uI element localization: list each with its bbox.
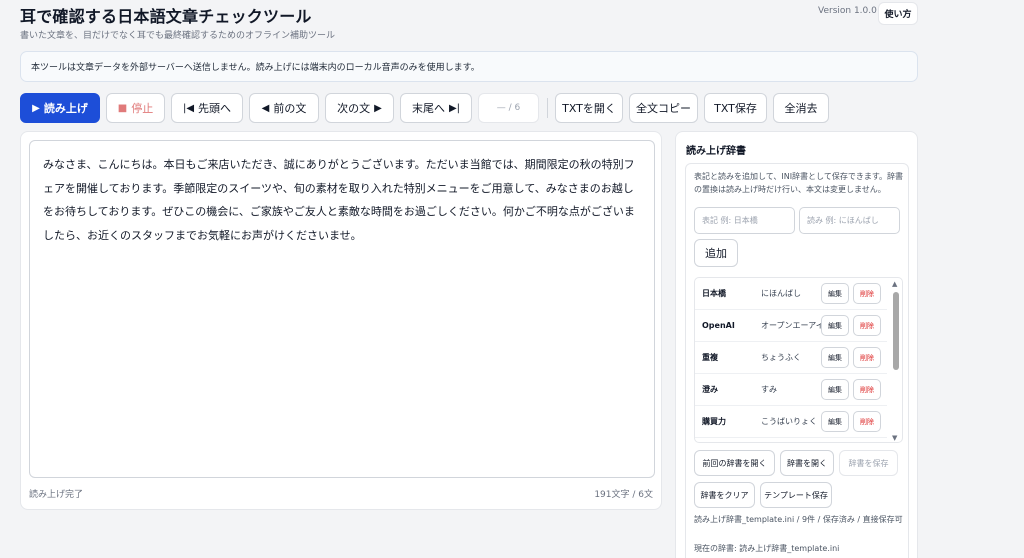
- edit-entry-button[interactable]: 編集: [821, 347, 849, 368]
- skip-to-end-icon: ▶|: [448, 102, 461, 114]
- open-previous-dict-button[interactable]: 前回の辞書を開く: [694, 450, 775, 476]
- app-subtitle: 書いた文章を、目だけでなく耳でも最終確認するためのオフライン補助ツール: [20, 31, 336, 41]
- sentence-counter: — / 6: [478, 93, 539, 123]
- entry-surface: 日本橋: [702, 289, 726, 298]
- dictionary-row: 購買力 こうばいりょく 編集 削除: [695, 406, 887, 438]
- current-dictionary: 現在の辞書: 読み上げ辞書_template.ini: [694, 544, 840, 553]
- dictionary-panel: 読み上げ辞書 表記と読みを追加して、INI辞書として保存できます。辞書の置換は読…: [675, 131, 918, 558]
- dictionary-row: 澄み すみ 編集 削除: [695, 374, 887, 406]
- play-icon: ▶: [32, 102, 40, 114]
- read-aloud-button[interactable]: ▶ 読み上げ: [20, 93, 100, 123]
- skip-to-start-icon: |◀: [182, 102, 195, 114]
- stop-icon: ■: [117, 102, 128, 114]
- next-sentence-button[interactable]: 次の文 ▶: [325, 93, 394, 123]
- add-entry-button[interactable]: 追加: [694, 239, 738, 267]
- text-editor[interactable]: みなさま、こんにちは。本日もご来店いただき、誠にありがとうございます。ただいま当…: [29, 140, 655, 478]
- sentence-counter-text: — / 6: [496, 103, 521, 113]
- delete-entry-button[interactable]: 削除: [853, 347, 881, 368]
- copy-all-button[interactable]: 全文コピー: [629, 93, 698, 123]
- save-template-button[interactable]: テンプレート保存: [760, 482, 832, 508]
- open-txt-button[interactable]: TXTを開く: [555, 93, 623, 123]
- save-txt-button[interactable]: TXT保存: [704, 93, 767, 123]
- save-dict-button[interactable]: 辞書を保存: [839, 450, 898, 476]
- stop-label: 停止: [131, 102, 154, 115]
- edit-entry-button[interactable]: 編集: [821, 283, 849, 304]
- edit-entry-button[interactable]: 編集: [821, 411, 849, 432]
- entry-surface: OpenAI: [702, 321, 735, 330]
- clear-dict-button[interactable]: 辞書をクリア: [694, 482, 755, 508]
- clear-all-button[interactable]: 全消去: [773, 93, 829, 123]
- dictionary-row: 重複 ちょうふく 編集 削除: [695, 342, 887, 374]
- dictionary-title: 読み上げ辞書: [686, 146, 746, 157]
- previous-icon: ◀: [261, 102, 270, 114]
- entry-surface: 購買力: [702, 417, 726, 426]
- delete-entry-button[interactable]: 削除: [853, 283, 881, 304]
- dictionary-row: 日本橋 にほんばし 編集 削除: [695, 278, 887, 310]
- next-sentence-label: 次の文: [337, 102, 371, 115]
- dictionary-list[interactable]: 日本橋 にほんばし 編集 削除 OpenAI オープンエーアイ 編集 削除 重複…: [694, 277, 903, 443]
- entry-reading: すみ: [761, 385, 777, 394]
- prev-sentence-button[interactable]: ◀ 前の文: [249, 93, 319, 123]
- read-status: 読み上げ完了: [29, 490, 84, 500]
- next-icon: ▶: [374, 102, 382, 114]
- char-count: 191文字 / 6文: [594, 490, 653, 500]
- stop-button[interactable]: ■ 停止: [106, 93, 165, 123]
- delete-entry-button[interactable]: 削除: [853, 315, 881, 336]
- scroll-down-icon[interactable]: ▼: [892, 434, 897, 442]
- delete-entry-button[interactable]: 削除: [853, 379, 881, 400]
- first-sentence-button[interactable]: |◀ 先頭へ: [171, 93, 243, 123]
- entry-reading: ちょうふく: [761, 353, 801, 362]
- list-scrollbar[interactable]: ▲ ▼: [889, 278, 902, 442]
- editor-panel: みなさま、こんにちは。本日もご来店いただき、誠にありがとうございます。ただいま当…: [20, 131, 662, 510]
- dictionary-file-info: 読み上げ辞書_template.ini / 9件 / 保存済み / 直接保存可: [694, 515, 903, 524]
- privacy-notice-text: 本ツールは文章データを外部サーバーへ送信しません。読み上げには端末内のローカル音…: [31, 63, 480, 73]
- delete-entry-button[interactable]: 削除: [853, 411, 881, 432]
- surface-input[interactable]: 表記 例: 日本橋: [694, 207, 795, 234]
- prev-sentence-label: 前の文: [273, 102, 307, 115]
- reading-input[interactable]: 読み 例: にほんばし: [799, 207, 900, 234]
- app-title: 耳で確認する日本語文章チェックツール: [20, 7, 312, 26]
- open-dict-button[interactable]: 辞書を開く: [780, 450, 834, 476]
- dictionary-description: 表記と読みを追加して、INI辞書として保存できます。辞書の置換は読み上げ時だけ行…: [694, 172, 904, 194]
- privacy-notice: 本ツールは文章データを外部サーバーへ送信しません。読み上げには端末内のローカル音…: [20, 51, 918, 82]
- entry-reading: オープンエーアイ: [761, 321, 824, 330]
- help-button[interactable]: 使い方: [878, 2, 918, 25]
- dictionary-box: 表記と読みを追加して、INI辞書として保存できます。辞書の置換は読み上げ時だけ行…: [685, 163, 909, 558]
- last-sentence-label: 末尾へ: [411, 102, 445, 115]
- first-sentence-label: 先頭へ: [198, 102, 232, 115]
- dictionary-row: OpenAI オープンエーアイ 編集 削除: [695, 310, 887, 342]
- read-aloud-label: 読み上げ: [43, 102, 88, 115]
- entry-surface: 澄み: [702, 385, 718, 394]
- scroll-up-icon[interactable]: ▲: [892, 280, 897, 288]
- entry-reading: にほんばし: [761, 289, 801, 298]
- entry-surface: 重複: [702, 353, 718, 362]
- version-label: Version 1.0.0: [818, 6, 877, 16]
- edit-entry-button[interactable]: 編集: [821, 315, 849, 336]
- toolbar-divider: [547, 98, 548, 118]
- entry-reading: こうばいりょく: [761, 417, 817, 426]
- scrollbar-thumb[interactable]: [893, 292, 899, 370]
- edit-entry-button[interactable]: 編集: [821, 379, 849, 400]
- last-sentence-button[interactable]: 末尾へ ▶|: [400, 93, 472, 123]
